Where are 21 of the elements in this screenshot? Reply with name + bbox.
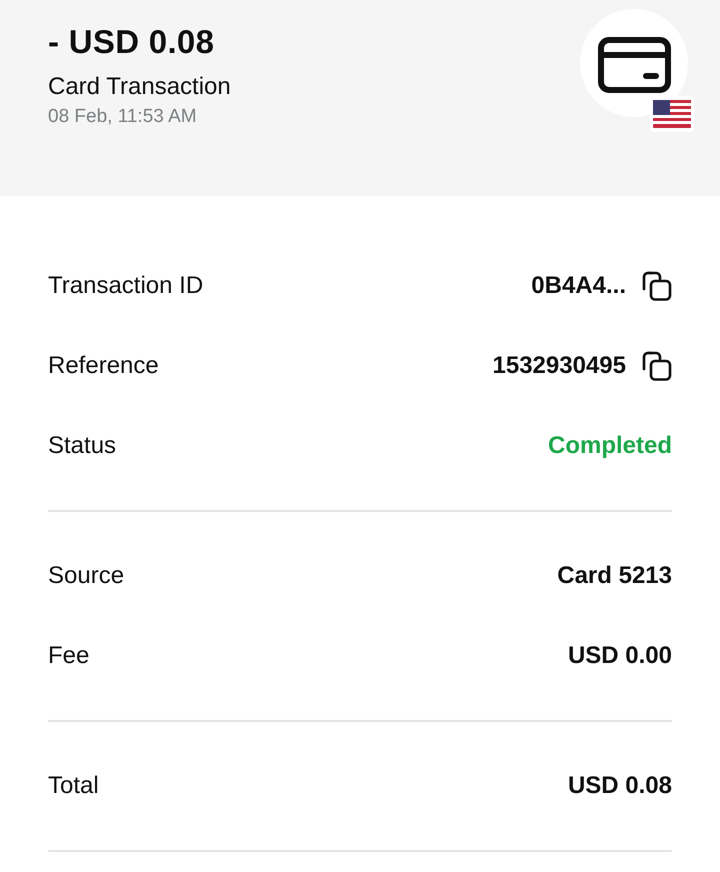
field-label: Source (48, 562, 124, 590)
copy-button[interactable] (642, 351, 672, 381)
transaction-title: Card Transaction (48, 72, 231, 102)
field-label: Total (48, 772, 99, 800)
flag-icon (650, 96, 694, 132)
field-label: Reference (48, 352, 159, 380)
copy-icon (642, 351, 672, 381)
field-label: Transaction ID (48, 272, 204, 300)
field-value: Completed (548, 432, 672, 460)
field-value: USD 0.00 (568, 642, 672, 670)
copy-button[interactable] (642, 271, 672, 301)
card-icon (580, 9, 688, 117)
amount-text: - USD 0.08 (48, 22, 216, 62)
field-value: 0B4A4... (531, 272, 626, 300)
field-value: Card 5213 (557, 562, 672, 590)
field-value: USD 0.08 (568, 772, 672, 800)
field-label: Status (48, 432, 116, 460)
field-value: 1532930495 (492, 352, 626, 380)
transaction-date: 08 Feb, 11:53 AM (48, 105, 198, 129)
copy-icon (642, 271, 672, 301)
field-label: Fee (48, 642, 90, 670)
